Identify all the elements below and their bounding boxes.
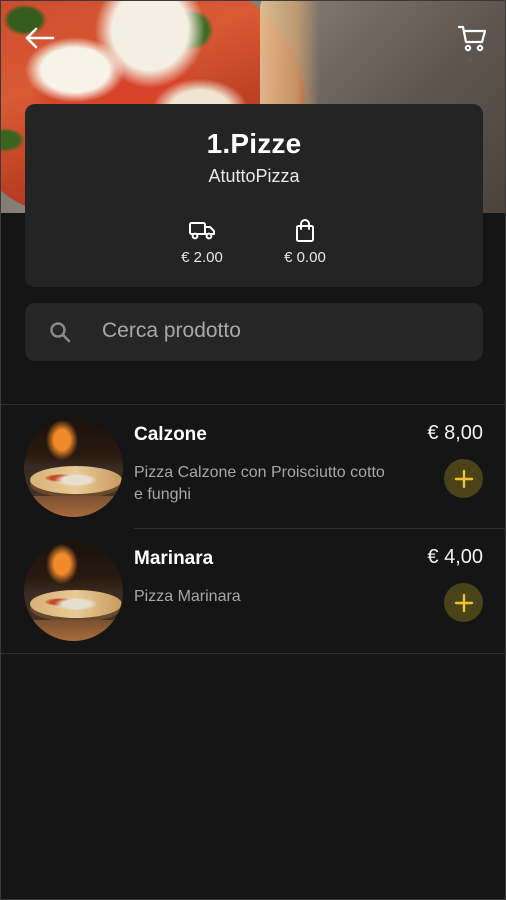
product-description: Pizza Calzone con Proisciutto cotto e fu… [134,464,385,503]
product-description: Pizza Marinara [134,588,241,605]
cart-button[interactable] [452,18,492,58]
delivery-fee-value: € 2.00 [181,249,223,266]
store-info-card: 1.Pizze AtuttoPizza € 2.00 € 0.00 [25,104,483,287]
list-divider [0,653,506,654]
product-image [24,542,123,641]
search-input[interactable]: Cerca prodotto [102,319,241,343]
search-icon [50,322,71,343]
product-image [24,418,123,517]
minimum-order-value: € 0.00 [284,249,326,266]
add-to-cart-button[interactable] [444,583,483,622]
store-name: AtuttoPizza [208,166,300,186]
product-price: € 8,00 [427,422,483,444]
shopping-cart-icon [457,25,487,52]
search-bar[interactable]: Cerca prodotto [25,303,483,361]
product-name: Marinara [134,548,214,569]
product-row-calzone[interactable]: Calzone € 8,00 Pizza Calzone con Proisci… [0,404,506,528]
shopping-bag-icon [296,219,314,242]
back-button[interactable] [19,18,59,58]
plus-icon [454,469,473,488]
arrow-left-icon [25,27,55,49]
plus-icon [454,593,473,612]
delivery-truck-icon [189,222,215,240]
product-row-marinara[interactable]: Marinara € 4,00 Pizza Marinara [0,528,506,652]
delivery-fee: € 2.00 [157,219,247,266]
page-title: 1.Pizze [206,128,302,159]
add-to-cart-button[interactable] [444,459,483,498]
product-name: Calzone [134,424,207,445]
product-price: € 4,00 [427,546,483,568]
minimum-order: € 0.00 [260,219,350,266]
